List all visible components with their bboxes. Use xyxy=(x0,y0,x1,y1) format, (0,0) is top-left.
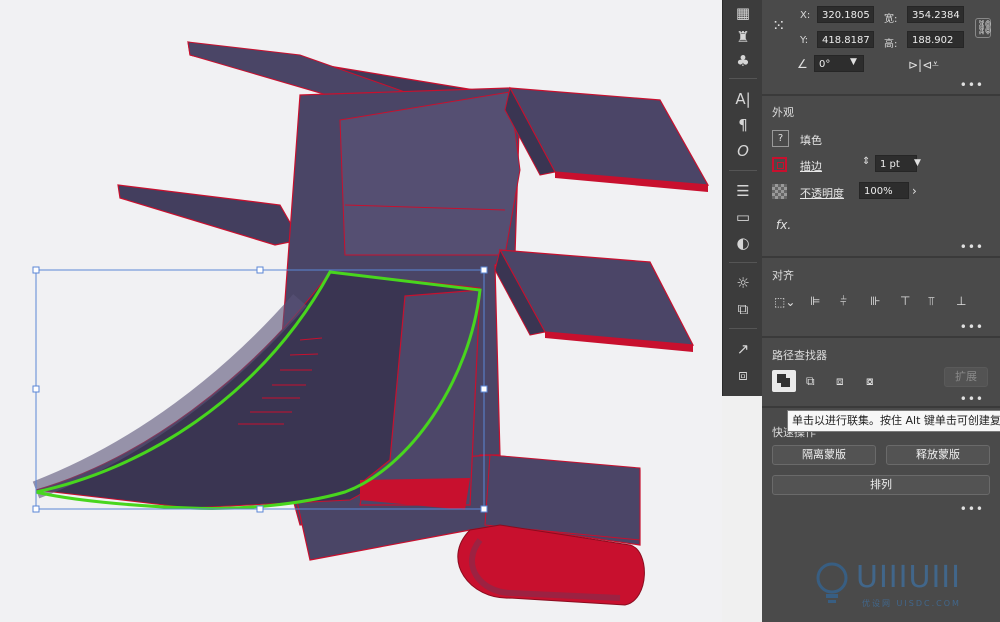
export-icon[interactable]: ↗ xyxy=(731,338,755,360)
align-title: 对齐 xyxy=(772,269,794,282)
align-to-selection-icon[interactable]: ⬚⌄ xyxy=(774,295,795,309)
watermark-brand: UIIIUIII xyxy=(856,560,962,595)
x-field[interactable]: 320.1805 xyxy=(817,6,874,23)
isolate-mask-button[interactable]: 隔离蒙版 xyxy=(772,445,876,465)
align-bottom-icon[interactable]: ⊥ xyxy=(956,294,966,308)
pathfinder-title: 路径查找器 xyxy=(772,349,827,362)
opacity-label[interactable]: 不透明度 xyxy=(800,185,844,201)
arrange-button[interactable]: 排列 xyxy=(772,475,990,495)
x-label: X: xyxy=(800,10,811,21)
stroke-swatch[interactable] xyxy=(772,157,787,172)
release-mask-button[interactable]: 释放蒙版 xyxy=(886,445,990,465)
grid-icon[interactable]: ▦ xyxy=(731,2,755,24)
stroke-icon[interactable]: ☰ xyxy=(731,180,755,202)
fx-icon[interactable]: fx. xyxy=(776,218,791,232)
more-options-icon[interactable]: ••• xyxy=(960,78,984,92)
stroke-weight-field[interactable]: 1 pt xyxy=(875,155,917,172)
chevron-down-icon[interactable]: ▼ xyxy=(914,158,921,168)
fill-label: 填色 xyxy=(800,134,822,147)
minus-front-icon[interactable]: ⧉ xyxy=(806,374,815,389)
appearance-title: 外观 xyxy=(772,106,794,119)
opacity-swatch[interactable] xyxy=(772,184,787,199)
rotate-icon: ∠ xyxy=(797,57,808,71)
y-label: Y: xyxy=(800,35,809,46)
more-options-icon[interactable]: ••• xyxy=(960,320,984,334)
watermark-sub: 优设网 UISDC.COM xyxy=(862,599,961,608)
shape-stem-side xyxy=(339,91,521,256)
graphic-styles-icon[interactable]: ⧉ xyxy=(731,298,755,320)
more-options-icon[interactable]: ••• xyxy=(960,240,984,254)
intersect-icon[interactable]: ⧈ xyxy=(836,374,844,389)
watermark-logo: UIIIUIII 优设网 UISDC.COM xyxy=(812,558,982,610)
gradient-icon[interactable]: ▭ xyxy=(731,206,755,228)
constrain-proportions-icon[interactable]: ⛓ xyxy=(975,18,994,38)
stepper-icon[interactable]: ⇕ xyxy=(862,156,870,167)
height-field[interactable]: 188.902 xyxy=(907,31,964,48)
align-left-icon[interactable]: ⊫ xyxy=(810,294,820,308)
width-field[interactable]: 354.2384 xyxy=(907,6,964,23)
artboards-icon[interactable]: ⧈ xyxy=(731,364,755,386)
flip-horizontal-icon[interactable]: ⊳|⊲ xyxy=(908,58,932,72)
artboard-canvas[interactable] xyxy=(0,0,722,622)
align-hcenter-icon[interactable]: ⫩ xyxy=(840,294,847,309)
more-options-icon[interactable]: ••• xyxy=(960,502,984,516)
stroke-label[interactable]: 描边 xyxy=(800,158,822,174)
fill-swatch[interactable]: ? xyxy=(772,130,789,147)
width-label: 宽: xyxy=(884,14,898,25)
align-top-icon[interactable]: ⊤ xyxy=(900,294,910,308)
y-field[interactable]: 418.8187 xyxy=(817,31,874,48)
reference-point-icon[interactable]: ⁙ xyxy=(772,16,785,35)
height-label: 高: xyxy=(884,39,898,50)
unite-tooltip: 单击以进行联集。按住 Alt 键单击可创建复 xyxy=(787,410,1000,432)
chevron-down-icon[interactable]: ▼ xyxy=(850,57,857,67)
chess-icon[interactable]: ♜ xyxy=(731,26,755,48)
flip-vertical-icon[interactable]: ⩡ xyxy=(932,57,939,72)
expand-button[interactable]: 扩展 xyxy=(944,367,988,387)
paragraph-icon[interactable]: ¶ xyxy=(731,114,755,136)
tool-strip: ▦ ♜ ♣ A| ¶ O ☰ ▭ ◐ ☼ ⧉ ↗ ⧈ xyxy=(722,0,763,396)
chevron-right-icon[interactable]: › xyxy=(912,184,917,198)
exclude-icon[interactable]: ⧇ xyxy=(866,374,874,389)
unite-button[interactable] xyxy=(772,370,796,392)
shape-prong-mid xyxy=(117,184,301,246)
transparency-icon[interactable]: ◐ xyxy=(731,232,755,254)
appearance-icon[interactable]: ☼ xyxy=(731,272,755,294)
properties-panel: ⁙ X: 320.1805 宽: 354.2384 Y: 418.8187 高:… xyxy=(762,0,1000,622)
club-icon[interactable]: ♣ xyxy=(731,50,755,72)
lightbulb-icon xyxy=(816,562,848,603)
character-icon[interactable]: A| xyxy=(731,88,755,110)
more-options-icon[interactable]: ••• xyxy=(960,392,984,406)
opacity-field[interactable]: 100% xyxy=(859,182,909,199)
align-right-icon[interactable]: ⊪ xyxy=(870,294,880,308)
opentype-icon[interactable]: O xyxy=(731,140,755,162)
align-vcenter-icon[interactable]: ⫪ xyxy=(928,294,935,309)
artwork xyxy=(32,41,710,606)
